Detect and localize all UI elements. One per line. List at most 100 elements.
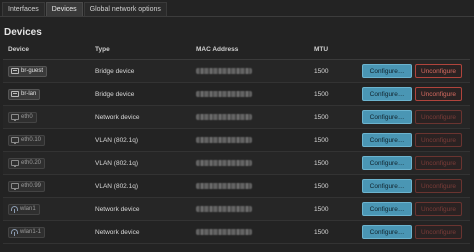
device-badge: eth0 [8,111,37,123]
device-badge: eth0.20 [8,157,46,169]
table-row: wlan1-1 Network device 1500 Configure… U… [3,221,470,244]
device-cell: wlan1 [3,203,95,215]
device-badge: br-lan [8,88,41,100]
table-row: eth0 Network device 1500 Configure… Unco… [3,106,470,129]
column-header-mtu: MTU [314,46,329,53]
unconfigure-button[interactable]: Unconfigure [415,133,462,147]
device-name: br-lan [21,91,37,97]
device-name: eth0.20 [21,160,42,166]
mac-address-redacted [196,206,313,212]
device-name: wlan1-1 [20,229,42,235]
mac-address-redacted [196,68,313,74]
tab-devices[interactable]: Devices [45,2,83,16]
mac-blur [196,68,252,74]
mac-address-redacted [196,183,313,189]
unconfigure-button[interactable]: Unconfigure [415,179,462,193]
tab-bar: Interfaces Devices Global network option… [2,2,168,16]
mtu-value: 1500 [314,228,329,236]
unconfigure-button[interactable]: Unconfigure [415,156,462,170]
mtu-value: 1500 [314,159,329,167]
mac-blur [196,160,252,166]
mtu-value: 1500 [314,90,329,98]
device-name: wlan1 [20,206,36,212]
configure-button[interactable]: Configure… [362,202,412,216]
device-cell: br-lan [3,88,95,100]
table-row: br-guest Bridge device 1500 Configure… U… [3,60,470,83]
mac-address-redacted [196,137,313,143]
table-row: br-lan Bridge device 1500 Configure… Unc… [3,83,470,106]
actions-cell: Configure… Unconfigure [362,202,470,216]
tab-global-network-options[interactable]: Global network options [83,2,167,16]
unconfigure-button[interactable]: Unconfigure [415,64,462,78]
mac-address-redacted [196,114,313,120]
table-row: wlan1 Network device 1500 Configure… Unc… [3,198,470,221]
device-cell: eth0.10 [3,134,95,146]
device-cell: eth0.20 [3,157,95,169]
device-cell: eth0.99 [3,180,95,192]
ethernet-icon [11,160,19,167]
bridge-icon [11,68,19,74]
actions-cell: Configure… Unconfigure [362,156,470,170]
device-badge: eth0.10 [8,134,46,146]
device-badge: wlan1-1 [8,226,46,238]
device-cell: eth0 [3,111,95,123]
mac-address-redacted [196,160,313,166]
mtu-value: 1500 [314,182,329,190]
table-body: br-guest Bridge device 1500 Configure… U… [3,60,470,244]
configure-button[interactable]: Configure… [362,179,412,193]
device-name: eth0.10 [21,137,42,143]
device-name: br-guest [21,68,44,74]
table-row: eth0.99 VLAN (802.1q) 1500 Configure… Un… [3,175,470,198]
unconfigure-button[interactable]: Unconfigure [415,110,462,124]
unconfigure-button[interactable]: Unconfigure [415,225,462,239]
tab-divider [0,16,474,17]
device-type: Network device [95,113,140,121]
device-type: VLAN (802.1q) [95,136,138,144]
mtu-value: 1500 [314,205,329,213]
mtu-value: 1500 [314,67,329,75]
page-title: Devices [4,27,42,38]
device-cell: br-guest [3,65,95,77]
actions-cell: Configure… Unconfigure [362,87,470,101]
mtu-value: 1500 [314,113,329,121]
device-badge: eth0.99 [8,180,46,192]
table-row: eth0.20 VLAN (802.1q) 1500 Configure… Un… [3,152,470,175]
device-type: Bridge device [95,67,135,75]
device-type: VLAN (802.1q) [95,182,138,190]
configure-button[interactable]: Configure… [362,225,412,239]
device-name: eth0 [21,114,33,120]
configure-button[interactable]: Configure… [362,133,412,147]
devices-table: Device Type MAC Address MTU br-guest Bri… [3,40,470,244]
device-badge: br-guest [8,65,48,77]
device-cell: wlan1-1 [3,226,95,238]
mac-blur [196,183,252,189]
device-type: Network device [95,228,140,236]
ethernet-icon [11,114,19,121]
tab-interfaces[interactable]: Interfaces [2,2,45,16]
wifi-icon [11,205,18,213]
unconfigure-button[interactable]: Unconfigure [415,202,462,216]
device-name: eth0.99 [21,183,42,189]
configure-button[interactable]: Configure… [362,156,412,170]
mac-blur [196,114,252,120]
bridge-icon [11,91,19,97]
device-badge: wlan1 [8,203,40,215]
mac-blur [196,206,252,212]
actions-cell: Configure… Unconfigure [362,133,470,147]
unconfigure-button[interactable]: Unconfigure [415,87,462,101]
table-row: eth0.10 VLAN (802.1q) 1500 Configure… Un… [3,129,470,152]
table-header: Device Type MAC Address MTU [3,40,470,60]
mac-address-redacted [196,229,313,235]
configure-button[interactable]: Configure… [362,64,412,78]
actions-cell: Configure… Unconfigure [362,64,470,78]
mac-address-redacted [196,91,313,97]
column-header-mac: MAC Address [196,46,239,53]
column-header-device: Device [8,46,29,53]
configure-button[interactable]: Configure… [362,87,412,101]
column-header-type: Type [95,46,110,53]
mac-blur [196,137,252,143]
actions-cell: Configure… Unconfigure [362,225,470,239]
actions-cell: Configure… Unconfigure [362,110,470,124]
ethernet-icon [11,183,19,190]
configure-button[interactable]: Configure… [362,110,412,124]
